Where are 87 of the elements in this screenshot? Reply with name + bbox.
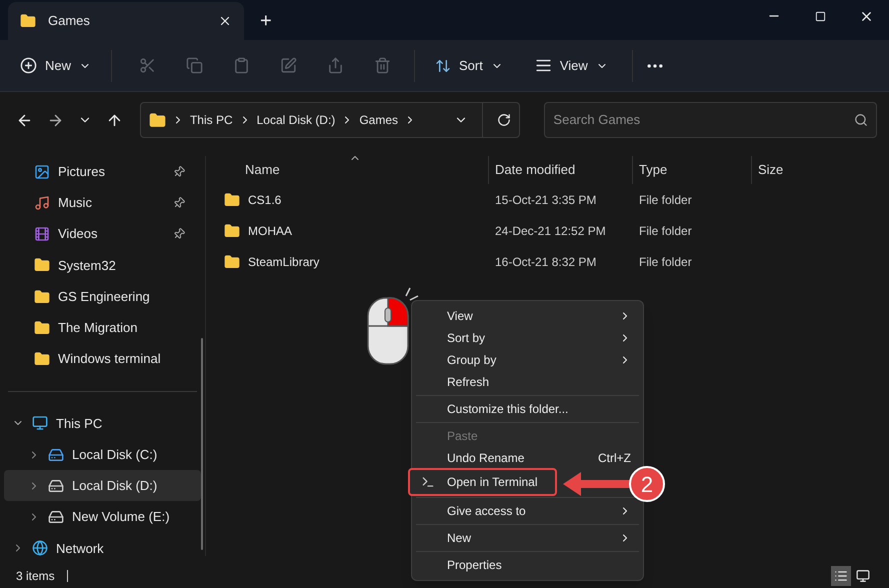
column-header[interactable]: Size (758, 160, 784, 180)
sidebar-item[interactable]: GS Engineering (0, 281, 205, 312)
view-icon (534, 57, 552, 74)
file-row[interactable]: SteamLibrary 16-Oct-21 8:32 PM File folder (222, 246, 889, 277)
type-cell-text: File folder (638, 222, 693, 240)
plus-icon (20, 57, 37, 74)
breadcrumb-item[interactable]: Games (359, 111, 398, 129)
paste-icon (233, 57, 250, 74)
folder-icon (34, 288, 50, 305)
folder-icon (224, 222, 240, 238)
copy-icon (186, 57, 204, 74)
close-tab-icon[interactable] (218, 14, 232, 28)
tiles-icon (856, 569, 870, 583)
step-number: 2 (629, 466, 665, 502)
menu-item[interactable]: Refresh (412, 371, 643, 393)
window-tab[interactable]: Games (8, 2, 244, 40)
sidebar-item[interactable]: System32 (0, 250, 205, 281)
sidebar-item[interactable]: Videos (0, 218, 205, 250)
sidebar-tree-item[interactable]: Local Disk (D:) (4, 470, 201, 502)
file-row[interactable]: CS1.6 15-Oct-21 3:35 PM File folder (222, 184, 889, 215)
sidebar-tree-item[interactable]: Local Disk (C:) (4, 438, 201, 470)
network-icon (32, 540, 48, 556)
list-icon (834, 569, 848, 583)
breadcrumb-item[interactable]: This PC (190, 111, 233, 129)
new-button[interactable]: New (12, 50, 100, 82)
video-icon (34, 226, 50, 242)
menu-item[interactable]: Customize this folder... (412, 398, 643, 420)
sort-icon (435, 58, 452, 74)
sidebar-item[interactable]: The Migration (0, 312, 205, 344)
drive-icon (48, 446, 64, 463)
share-icon (327, 57, 344, 74)
breadcrumb-item[interactable]: Local Disk (D:) (256, 111, 336, 129)
file-row[interactable]: MOHAA 24-Dec-21 12:52 PM File folder (222, 215, 889, 246)
music-icon (34, 194, 50, 211)
cut-icon (139, 57, 156, 74)
menu-item[interactable]: Open in Terminal (408, 468, 557, 496)
menu-item[interactable]: Undo Rename Ctrl+Z (412, 447, 643, 469)
folder-icon (34, 320, 50, 336)
drive-icon (48, 478, 64, 494)
menu-item[interactable]: View (412, 305, 643, 327)
date-cell-text: 16-Oct-21 8:32 PM (494, 254, 598, 270)
menu-item[interactable]: Give access to (412, 500, 643, 522)
item-count: 3 items (16, 568, 55, 585)
type-cell-text: File folder (638, 192, 693, 208)
sidebar-item[interactable]: Music (0, 187, 205, 218)
maximize-icon[interactable] (814, 10, 826, 22)
refresh-icon[interactable] (496, 113, 511, 127)
folder-icon (224, 192, 240, 208)
type-cell-text: File folder (638, 254, 693, 270)
date-cell-text: 24-Dec-21 12:52 PM (494, 222, 607, 240)
terminal-icon (421, 475, 435, 489)
folder-icon (34, 257, 50, 274)
sidebar-item[interactable]: Windows terminal (0, 344, 205, 375)
view-button[interactable]: View (522, 50, 620, 82)
file-name: MOHAA (248, 222, 292, 240)
delete-icon (374, 57, 392, 74)
tab-title: Games (48, 12, 91, 30)
menu-item[interactable]: New (412, 527, 643, 549)
address-bar[interactable]: This PC Local Disk (D:) Games (140, 102, 520, 138)
sidebar-item[interactable]: Pictures (0, 156, 205, 188)
computer-icon (32, 415, 48, 432)
folder-icon (34, 351, 50, 368)
menu-item[interactable]: Properties (412, 554, 643, 576)
menu-item[interactable]: Sort by (412, 327, 643, 349)
search-input[interactable]: Search Games (553, 110, 854, 130)
drive-icon (48, 509, 64, 526)
sidebar-tree-item[interactable]: Network (4, 532, 201, 564)
menu-item[interactable]: Group by (412, 349, 643, 371)
details-view-button[interactable] (831, 566, 851, 586)
file-name: SteamLibrary (248, 254, 320, 270)
shortcut-text: Ctrl+Z (598, 450, 631, 467)
sort-button[interactable]: Sort (423, 50, 515, 82)
search-field[interactable]: Search Games (544, 102, 877, 138)
column-header[interactable]: Date modified (495, 160, 576, 180)
date-cell-text: 15-Oct-21 3:35 PM (494, 192, 598, 208)
column-header[interactable]: Name (245, 160, 280, 180)
pictures-icon (34, 164, 50, 180)
folder-icon (224, 254, 240, 270)
column-header[interactable]: Type (639, 160, 668, 180)
search-icon (854, 113, 868, 127)
folder-icon (20, 13, 36, 29)
sidebar-tree-item[interactable]: New Volume (E:) (4, 501, 201, 533)
rename-icon (280, 57, 298, 74)
folder-icon (148, 112, 166, 128)
new-tab-button[interactable]: + (244, 2, 288, 40)
file-name: CS1.6 (248, 192, 282, 208)
sidebar-tree-item[interactable]: This PC (4, 408, 201, 439)
